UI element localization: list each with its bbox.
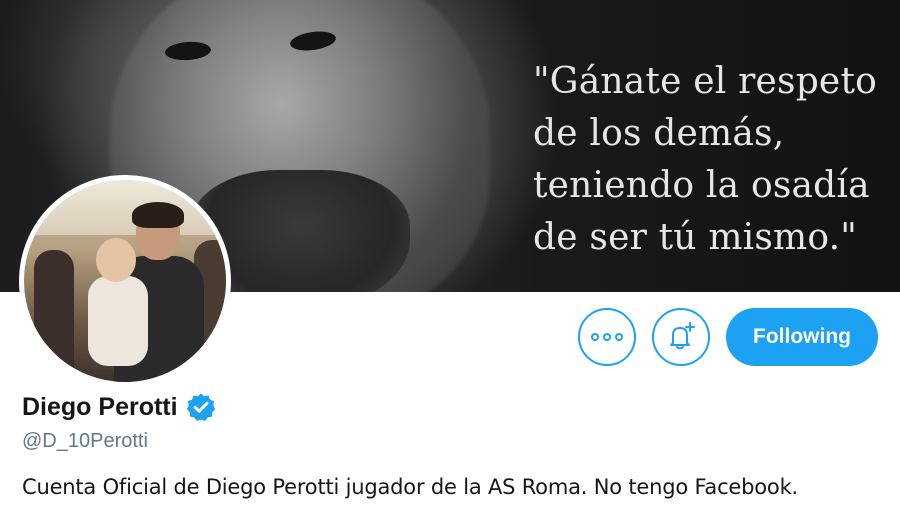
display-name: Diego Perotti: [22, 392, 178, 421]
verified-badge-icon: [186, 393, 215, 421]
banner-quote: "Gánate el respeto de los demás, teniend…: [533, 61, 877, 258]
more-dots-icon: [591, 333, 623, 341]
notifications-button[interactable]: [652, 308, 710, 366]
avatar-baby-head: [96, 238, 136, 282]
profile-actions: Following: [0, 308, 900, 366]
more-options-button[interactable]: [578, 308, 636, 366]
profile-handle: @D_10Perotti: [22, 430, 148, 452]
following-button[interactable]: Following: [726, 308, 878, 366]
avatar-man-hair: [132, 202, 184, 228]
avatar-background-ceiling: [24, 180, 226, 235]
profile-bio: Cuenta Oficial de Diego Perotti jugador …: [22, 475, 799, 499]
bell-plus-icon: [670, 322, 695, 350]
name-row: Diego Perotti: [22, 392, 216, 422]
